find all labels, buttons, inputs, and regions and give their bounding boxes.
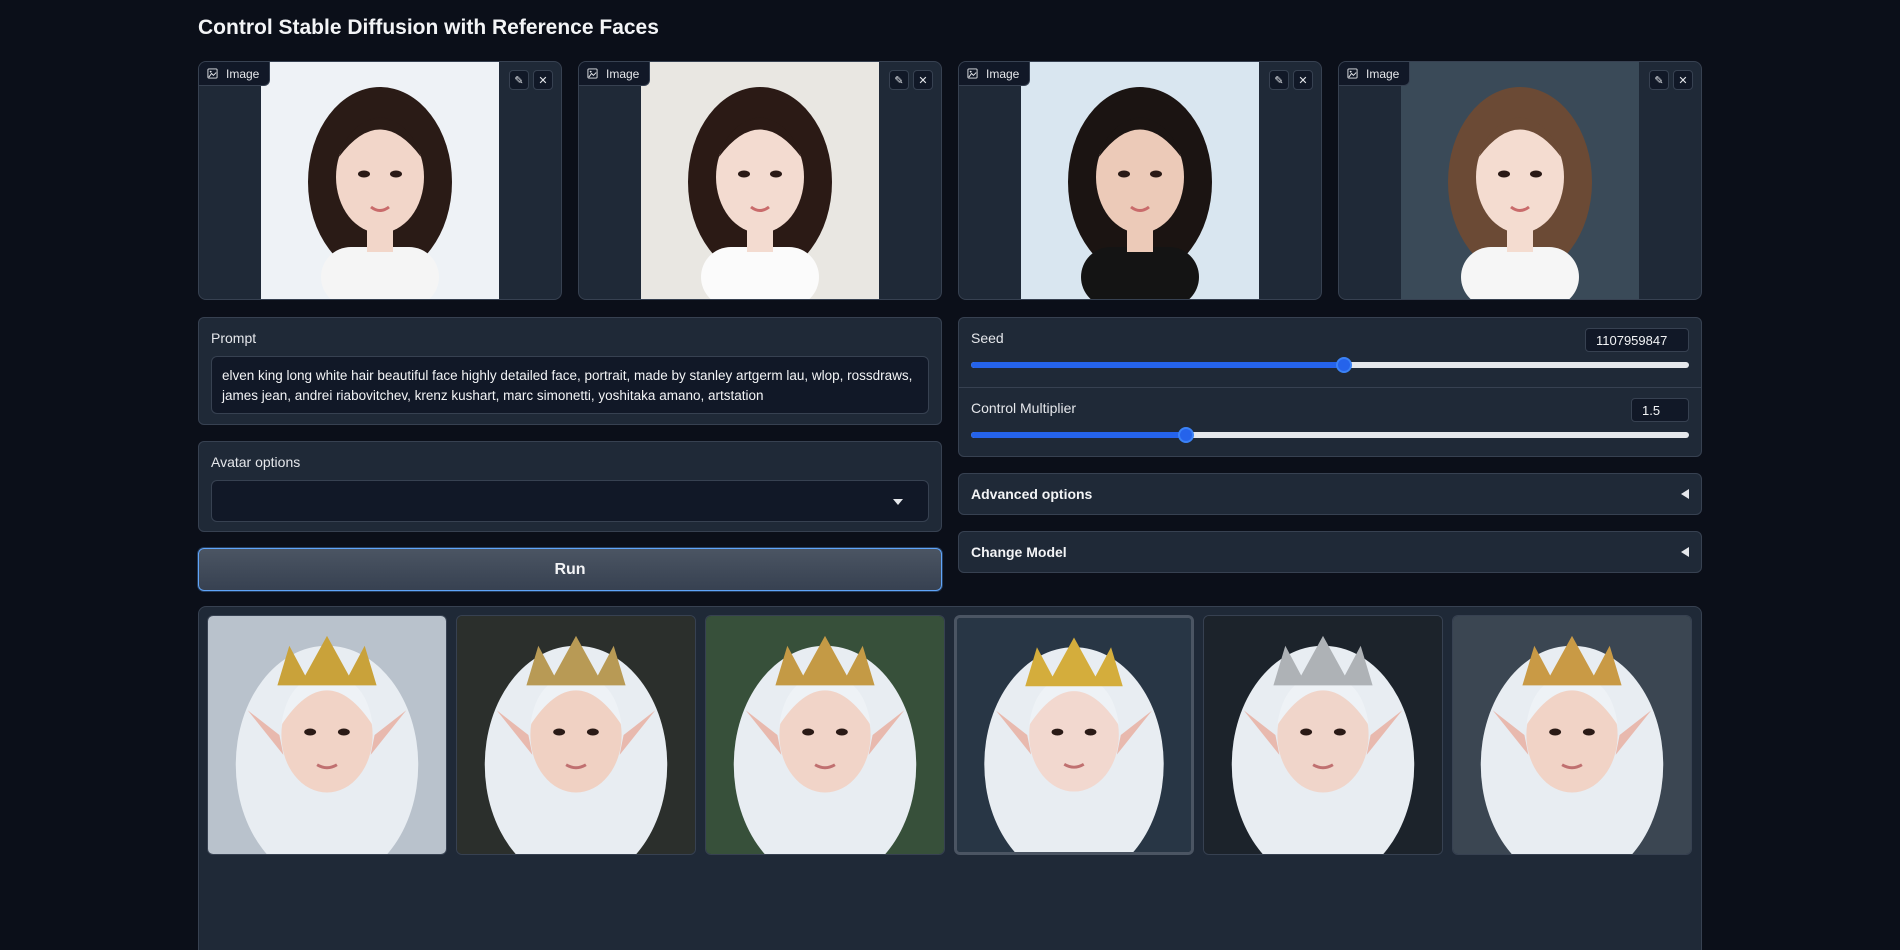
edit-icon[interactable]: ✎ xyxy=(509,70,529,90)
page-title: Control Stable Diffusion with Reference … xyxy=(198,16,659,39)
close-icon[interactable]: ✕ xyxy=(533,70,553,90)
seed-label: Seed xyxy=(971,330,1004,346)
avatar-options-dropdown[interactable] xyxy=(211,480,929,522)
caret-left-icon xyxy=(1681,547,1689,557)
change-model-label: Change Model xyxy=(971,544,1067,560)
divider xyxy=(959,387,1701,388)
reference-image-upload[interactable]: Image ✎ ✕ xyxy=(198,61,562,300)
close-icon[interactable]: ✕ xyxy=(1293,70,1313,90)
reference-photo xyxy=(1021,62,1259,299)
image-icon xyxy=(587,68,598,79)
gallery-thumbnail[interactable] xyxy=(207,615,447,855)
image-label-text: Image xyxy=(226,66,260,81)
reference-image-upload[interactable]: Image ✎ ✕ xyxy=(1338,61,1702,300)
gallery-thumbnail[interactable] xyxy=(456,615,696,855)
change-model-accordion[interactable]: Change Model xyxy=(958,531,1702,573)
seed-slider[interactable] xyxy=(971,357,1689,373)
gallery-thumbnail[interactable] xyxy=(954,615,1194,855)
sliders-panel: Seed 1107959847 Control Multiplier 1.5 xyxy=(958,317,1702,457)
image-label: Image xyxy=(579,62,651,86)
image-icon xyxy=(967,68,978,79)
close-icon[interactable]: ✕ xyxy=(1673,70,1693,90)
edit-icon[interactable]: ✎ xyxy=(1269,70,1289,90)
caret-left-icon xyxy=(1681,489,1689,499)
output-gallery xyxy=(198,606,1702,950)
control-multiplier-slider[interactable] xyxy=(971,427,1689,443)
edit-icon[interactable]: ✎ xyxy=(889,70,909,90)
reference-photo xyxy=(641,62,879,299)
reference-image-upload[interactable]: Image ✎ ✕ xyxy=(578,61,942,300)
gallery-thumbnail[interactable] xyxy=(1203,615,1443,855)
prompt-panel: Prompt elven king long white hair beauti… xyxy=(198,317,942,425)
control-multiplier-label: Control Multiplier xyxy=(971,400,1077,416)
image-label-text: Image xyxy=(606,66,640,81)
avatar-options-label: Avatar options xyxy=(211,454,301,470)
image-label-text: Image xyxy=(986,66,1020,81)
seed-input[interactable]: 1107959847 xyxy=(1585,328,1689,352)
control-multiplier-slider-fill xyxy=(971,432,1187,438)
reference-photo xyxy=(261,62,499,299)
reference-image-upload[interactable]: Image ✎ ✕ xyxy=(958,61,1322,300)
reference-photo xyxy=(1401,62,1639,299)
advanced-options-accordion[interactable]: Advanced options xyxy=(958,473,1702,515)
image-label: Image xyxy=(199,62,271,86)
image-label-text: Image xyxy=(1366,66,1400,81)
seed-slider-thumb[interactable] xyxy=(1336,357,1353,373)
prompt-label: Prompt xyxy=(211,330,257,346)
image-label: Image xyxy=(1339,62,1411,86)
close-icon[interactable]: ✕ xyxy=(913,70,933,90)
advanced-options-label: Advanced options xyxy=(971,486,1093,502)
run-button[interactable]: Run xyxy=(198,548,942,591)
control-multiplier-input[interactable]: 1.5 xyxy=(1631,398,1689,422)
image-icon xyxy=(207,68,218,79)
edit-icon[interactable]: ✎ xyxy=(1649,70,1669,90)
prompt-textarea[interactable]: elven king long white hair beautiful fac… xyxy=(211,356,929,414)
gallery-thumbnail[interactable] xyxy=(705,615,945,855)
avatar-options-panel: Avatar options xyxy=(198,441,942,532)
control-multiplier-slider-thumb[interactable] xyxy=(1178,427,1195,443)
image-label: Image xyxy=(959,62,1031,86)
chevron-down-icon xyxy=(893,499,903,505)
seed-slider-fill xyxy=(971,362,1345,368)
gallery-thumbnail[interactable] xyxy=(1452,615,1692,855)
image-icon xyxy=(1347,68,1358,79)
